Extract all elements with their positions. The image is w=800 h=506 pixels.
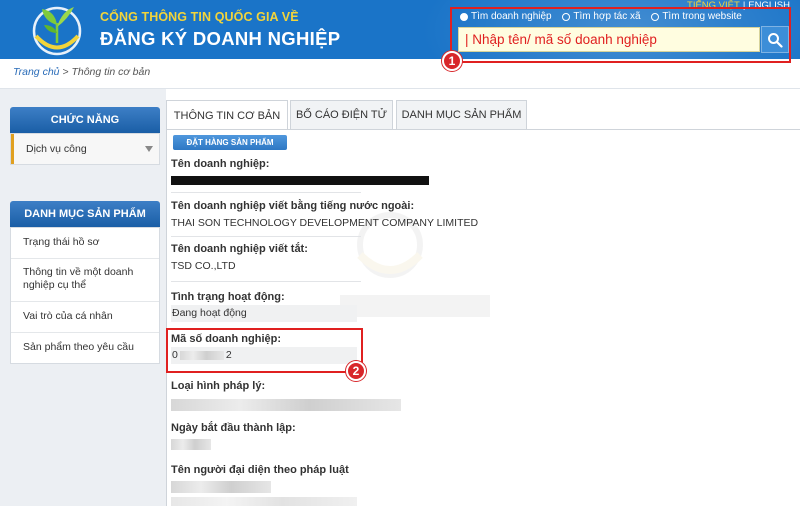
sidebar-item-file-status[interactable]: Trạng thái hồ sơ (11, 228, 159, 259)
redacted-tax-id (179, 350, 224, 360)
public-services-label: Dịch vụ công (26, 143, 87, 155)
sidebar-item-personal-role[interactable]: Vai trò của cá nhân (11, 302, 159, 333)
redacted-legal-type (171, 399, 401, 411)
foreign-name-value: THAI SON TECHNOLOGY DEVELOPMENT COMPANY … (171, 217, 479, 229)
short-name-value: TSD CO.,LTD (171, 260, 236, 272)
redacted-founding-date (171, 439, 211, 450)
tab-product-catalog[interactable]: DANH MỤC SẢN PHẨM (396, 100, 527, 129)
breadcrumb: Trang chủ > Thông tin cơ bản (13, 66, 150, 78)
products-panel: Trạng thái hồ sơ Thông tin về một doanh … (10, 227, 160, 365)
site-subtitle: CỔNG THÔNG TIN QUỐC GIA VỀ (100, 10, 299, 24)
site-title: ĐĂNG KÝ DOANH NGHIỆP (100, 28, 341, 49)
redacted-representative (171, 481, 271, 493)
status-label: Tình trạng hoạt động: (171, 291, 285, 303)
step-badge-1: 1 (442, 51, 462, 71)
field-divider (171, 281, 361, 282)
tax-id-value: 02 (171, 347, 357, 364)
field-divider (171, 236, 361, 237)
founding-date-label: Ngày bắt đầu thành lập: (171, 422, 296, 434)
legal-representative-label: Tên người đại diện theo pháp luật (171, 464, 349, 476)
tab-basic-info[interactable]: THÔNG TIN CƠ BẢN (166, 100, 288, 130)
products-panel-title: DANH MỤC SẢN PHẨM (10, 201, 160, 227)
breadcrumb-current: Thông tin cơ bản (71, 66, 151, 78)
functions-panel-title: CHỨC NĂNG (10, 107, 160, 133)
search-highlight-box (450, 7, 791, 63)
status-value: Đang hoạt động (171, 305, 357, 322)
tab-electronic-notice[interactable]: BỐ CÁO ĐIỆN TỬ (290, 100, 393, 129)
company-name-label: Tên doanh nghiệp: (171, 158, 270, 170)
tax-id-label: Mã số doanh nghiệp: (171, 333, 281, 345)
step-badge-2: 2 (346, 361, 366, 381)
redacted-company-name (171, 176, 429, 185)
functions-panel: Dịch vụ công (10, 133, 160, 165)
sprout-logo-icon[interactable] (30, 3, 85, 56)
breadcrumb-separator: > (59, 66, 72, 78)
redacted-representative-line (171, 497, 357, 506)
public-services-dropdown[interactable]: Dịch vụ công (11, 134, 159, 164)
caret-down-icon (145, 146, 153, 152)
tax-id-last-digit: 2 (225, 349, 232, 361)
sidebar-item-custom-product[interactable]: Sản phẩm theo yêu cầu (11, 333, 159, 364)
foreign-name-label: Tên doanh nghiệp viết bằng tiếng nước ng… (171, 200, 415, 212)
sidebar-item-company-info[interactable]: Thông tin về một doanh nghiệp cụ thể (11, 259, 159, 302)
tax-id-first-digit: 0 (172, 349, 178, 361)
field-divider (171, 192, 361, 193)
short-name-label: Tên doanh nghiệp viết tắt: (171, 243, 308, 255)
breadcrumb-home-link[interactable]: Trang chủ (13, 66, 60, 78)
legal-type-label: Loại hình pháp lý: (171, 380, 266, 392)
order-product-button[interactable]: ĐẶT HÀNG SẢN PHẨM (173, 135, 287, 150)
